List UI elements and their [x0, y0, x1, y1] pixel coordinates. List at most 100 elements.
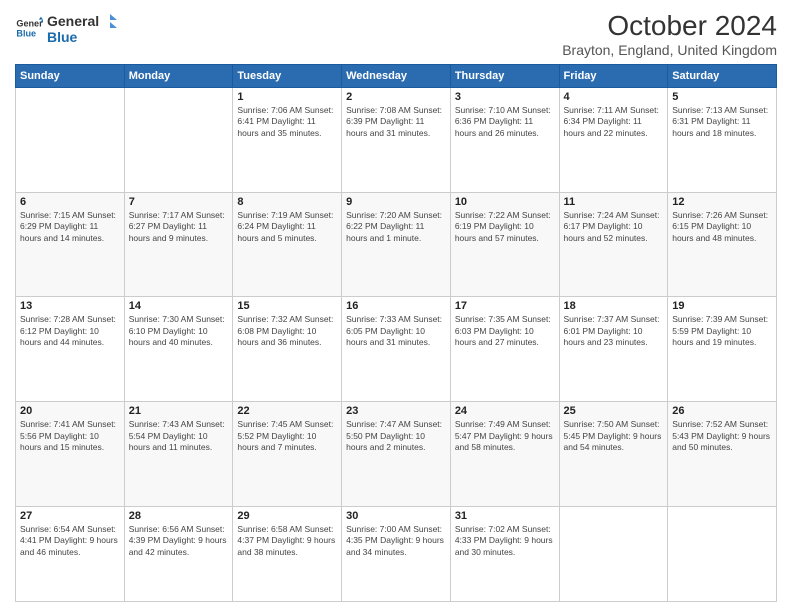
- calendar-cell: 31 Sunrise: 7:02 AM Sunset: 4:33 PM Dayli…: [450, 506, 559, 601]
- day-number: 24: [455, 405, 555, 417]
- day-number: 18: [564, 300, 664, 312]
- day-number: 21: [129, 405, 229, 417]
- cell-content: Sunrise: 7:37 AM Sunset: 6:01 PM Dayligh…: [564, 314, 664, 348]
- cell-content: Sunrise: 7:49 AM Sunset: 5:47 PM Dayligh…: [455, 419, 555, 453]
- cell-content: Sunrise: 6:54 AM Sunset: 4:41 PM Dayligh…: [20, 524, 120, 558]
- calendar-cell: 20Sunrise: 7:41 AM Sunset: 5:56 PM Dayli…: [16, 402, 125, 507]
- calendar-table: SundayMondayTuesdayWednesdayThursdayFrid…: [15, 64, 777, 602]
- cell-content: Sunrise: 7:39 AM Sunset: 5:59 PM Dayligh…: [672, 314, 772, 348]
- location: Brayton, England, United Kingdom: [562, 42, 777, 58]
- calendar-cell: 7 Sunrise: 7:17 AM Sunset: 6:27 PM Daylig…: [124, 192, 233, 297]
- calendar-cell: 1 Sunrise: 7:06 AM Sunset: 6:41 PM Daylig…: [233, 88, 342, 193]
- cell-content: Sunrise: 7:20 AM Sunset: 6:22 PM Dayligh…: [346, 210, 446, 244]
- day-number: 16: [346, 300, 446, 312]
- calendar-cell: [124, 88, 233, 193]
- title-section: October 2024 Brayton, England, United Ki…: [562, 10, 777, 58]
- cell-content: Sunrise: 7:52 AM Sunset: 5:43 PM Dayligh…: [672, 419, 772, 453]
- svg-text:General: General: [16, 19, 43, 29]
- day-number: 28: [129, 510, 229, 522]
- calendar-cell: 11 Sunrise: 7:24 AM Sunset: 6:17 PM Dayli…: [559, 192, 668, 297]
- day-number: 8: [237, 196, 337, 208]
- cell-content: Sunrise: 7:13 AM Sunset: 6:31 PM Dayligh…: [672, 105, 772, 139]
- calendar-week-row: 20Sunrise: 7:41 AM Sunset: 5:56 PM Dayli…: [16, 402, 777, 507]
- calendar-week-row: 1 Sunrise: 7:06 AM Sunset: 6:41 PM Daylig…: [16, 88, 777, 193]
- day-number: 5: [672, 91, 772, 103]
- cell-content: Sunrise: 6:56 AM Sunset: 4:39 PM Dayligh…: [129, 524, 229, 558]
- day-number: 1: [237, 91, 337, 103]
- logo-icon: General Blue: [15, 14, 43, 42]
- day-number: 9: [346, 196, 446, 208]
- calendar-cell: [16, 88, 125, 193]
- calendar-cell: 10 Sunrise: 7:22 AM Sunset: 6:19 PM Dayli…: [450, 192, 559, 297]
- calendar-cell: 14Sunrise: 7:30 AM Sunset: 6:10 PM Dayli…: [124, 297, 233, 402]
- calendar-cell: 23 Sunrise: 7:47 AM Sunset: 5:50 PM Dayli…: [342, 402, 451, 507]
- calendar-cell: 6 Sunrise: 7:15 AM Sunset: 6:29 PM Daylig…: [16, 192, 125, 297]
- calendar-cell: 3Sunrise: 7:10 AM Sunset: 6:36 PM Daylig…: [450, 88, 559, 193]
- header: General Blue General Blue October 2024 B…: [15, 10, 777, 58]
- cell-content: Sunrise: 7:10 AM Sunset: 6:36 PM Dayligh…: [455, 105, 555, 139]
- calendar-week-row: 6 Sunrise: 7:15 AM Sunset: 6:29 PM Daylig…: [16, 192, 777, 297]
- day-number: 13: [20, 300, 120, 312]
- day-number: 29: [237, 510, 337, 522]
- day-number: 15: [237, 300, 337, 312]
- calendar-cell: 8 Sunrise: 7:19 AM Sunset: 6:24 PM Daylig…: [233, 192, 342, 297]
- svg-text:Blue: Blue: [47, 29, 78, 45]
- calendar-week-row: 27 Sunrise: 6:54 AM Sunset: 4:41 PM Dayli…: [16, 506, 777, 601]
- calendar-cell: 15 Sunrise: 7:32 AM Sunset: 6:08 PM Dayli…: [233, 297, 342, 402]
- calendar-cell: 12Sunrise: 7:26 AM Sunset: 6:15 PM Dayli…: [668, 192, 777, 297]
- calendar-week-row: 13 Sunrise: 7:28 AM Sunset: 6:12 PM Dayli…: [16, 297, 777, 402]
- day-number: 7: [129, 196, 229, 208]
- calendar-cell: 28 Sunrise: 6:56 AM Sunset: 4:39 PM Dayli…: [124, 506, 233, 601]
- day-number: 17: [455, 300, 555, 312]
- cell-content: Sunrise: 7:06 AM Sunset: 6:41 PM Dayligh…: [237, 105, 337, 139]
- calendar-cell: 5 Sunrise: 7:13 AM Sunset: 6:31 PM Daylig…: [668, 88, 777, 193]
- calendar-cell: 30Sunrise: 7:00 AM Sunset: 4:35 PM Dayli…: [342, 506, 451, 601]
- cell-content: Sunrise: 7:15 AM Sunset: 6:29 PM Dayligh…: [20, 210, 120, 244]
- cell-content: Sunrise: 7:47 AM Sunset: 5:50 PM Dayligh…: [346, 419, 446, 453]
- page: General Blue General Blue October 2024 B…: [0, 0, 792, 612]
- calendar-cell: 18 Sunrise: 7:37 AM Sunset: 6:01 PM Dayli…: [559, 297, 668, 402]
- day-number: 23: [346, 405, 446, 417]
- cell-content: Sunrise: 7:33 AM Sunset: 6:05 PM Dayligh…: [346, 314, 446, 348]
- day-number: 27: [20, 510, 120, 522]
- day-number: 2: [346, 91, 446, 103]
- cell-content: Sunrise: 7:45 AM Sunset: 5:52 PM Dayligh…: [237, 419, 337, 453]
- day-number: 12: [672, 196, 772, 208]
- calendar-cell: 26Sunrise: 7:52 AM Sunset: 5:43 PM Dayli…: [668, 402, 777, 507]
- day-number: 31: [455, 510, 555, 522]
- day-number: 11: [564, 196, 664, 208]
- day-header-thursday: Thursday: [450, 65, 559, 88]
- day-number: 6: [20, 196, 120, 208]
- day-number: 20: [20, 405, 120, 417]
- day-number: 19: [672, 300, 772, 312]
- day-header-tuesday: Tuesday: [233, 65, 342, 88]
- cell-content: Sunrise: 7:22 AM Sunset: 6:19 PM Dayligh…: [455, 210, 555, 244]
- cell-content: Sunrise: 7:08 AM Sunset: 6:39 PM Dayligh…: [346, 105, 446, 139]
- cell-content: Sunrise: 7:32 AM Sunset: 6:08 PM Dayligh…: [237, 314, 337, 348]
- cell-content: Sunrise: 7:17 AM Sunset: 6:27 PM Dayligh…: [129, 210, 229, 244]
- calendar-cell: 27 Sunrise: 6:54 AM Sunset: 4:41 PM Dayli…: [16, 506, 125, 601]
- day-header-saturday: Saturday: [668, 65, 777, 88]
- cell-content: Sunrise: 7:43 AM Sunset: 5:54 PM Dayligh…: [129, 419, 229, 453]
- day-header-wednesday: Wednesday: [342, 65, 451, 88]
- svg-text:Blue: Blue: [16, 28, 36, 38]
- calendar-header-row: SundayMondayTuesdayWednesdayThursdayFrid…: [16, 65, 777, 88]
- cell-content: Sunrise: 7:19 AM Sunset: 6:24 PM Dayligh…: [237, 210, 337, 244]
- cell-content: Sunrise: 7:28 AM Sunset: 6:12 PM Dayligh…: [20, 314, 120, 348]
- day-number: 10: [455, 196, 555, 208]
- month-title: October 2024: [562, 10, 777, 42]
- calendar-cell: 4Sunrise: 7:11 AM Sunset: 6:34 PM Daylig…: [559, 88, 668, 193]
- calendar-cell: 21 Sunrise: 7:43 AM Sunset: 5:54 PM Dayli…: [124, 402, 233, 507]
- cell-content: Sunrise: 7:24 AM Sunset: 6:17 PM Dayligh…: [564, 210, 664, 244]
- calendar-cell: 9 Sunrise: 7:20 AM Sunset: 6:22 PM Daylig…: [342, 192, 451, 297]
- calendar-cell: 29 Sunrise: 6:58 AM Sunset: 4:37 PM Dayli…: [233, 506, 342, 601]
- cell-content: Sunrise: 7:02 AM Sunset: 4:33 PM Dayligh…: [455, 524, 555, 558]
- calendar-cell: 13 Sunrise: 7:28 AM Sunset: 6:12 PM Dayli…: [16, 297, 125, 402]
- day-number: 30: [346, 510, 446, 522]
- cell-content: Sunrise: 6:58 AM Sunset: 4:37 PM Dayligh…: [237, 524, 337, 558]
- svg-text:General: General: [47, 13, 99, 29]
- day-header-friday: Friday: [559, 65, 668, 88]
- day-header-monday: Monday: [124, 65, 233, 88]
- cell-content: Sunrise: 7:30 AM Sunset: 6:10 PM Dayligh…: [129, 314, 229, 348]
- cell-content: Sunrise: 7:35 AM Sunset: 6:03 PM Dayligh…: [455, 314, 555, 348]
